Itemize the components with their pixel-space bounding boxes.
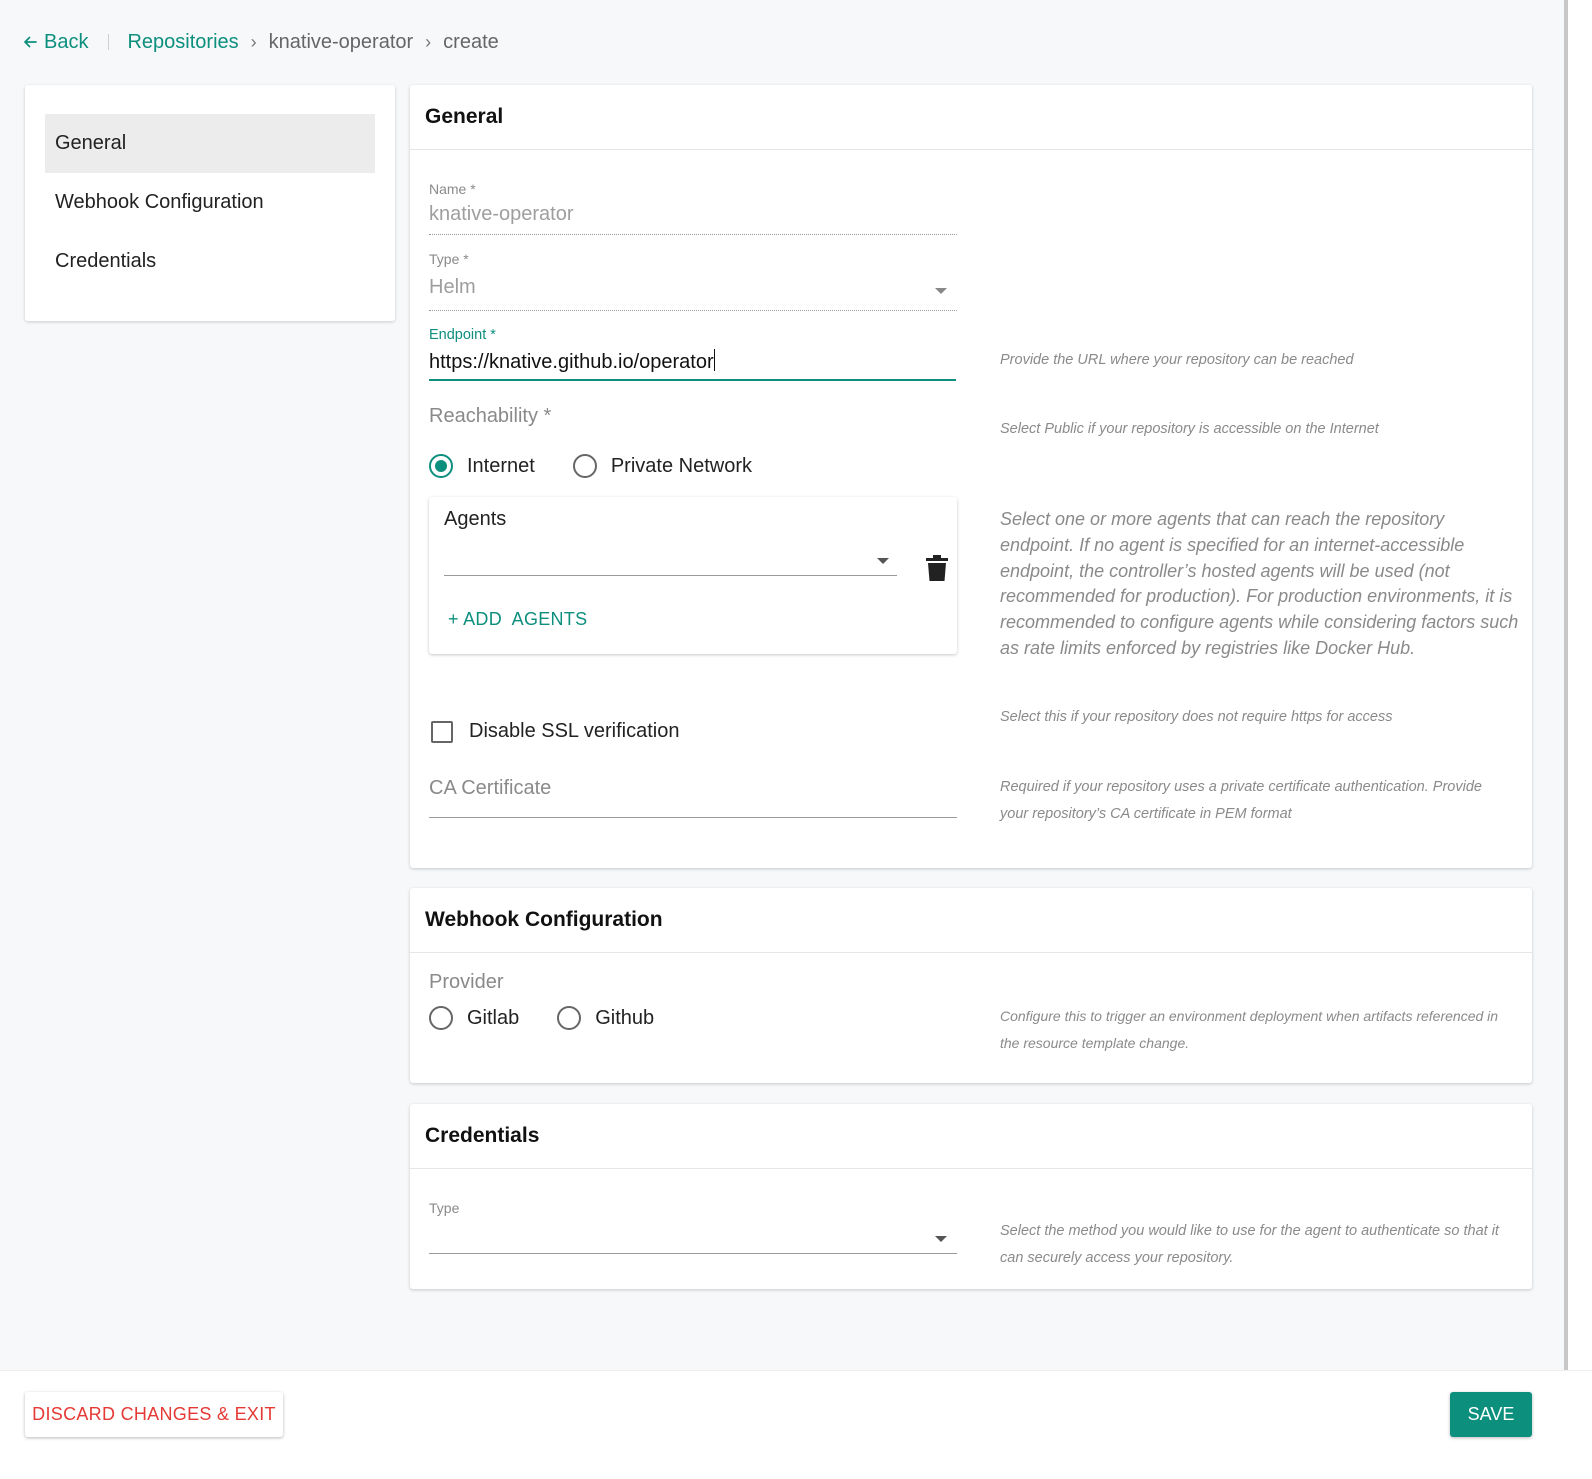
- back-label: Back: [44, 30, 89, 53]
- text-cursor: [713, 349, 715, 371]
- reachability-help: Select Public if your repository is acce…: [1000, 421, 1379, 437]
- sidebar-item-credentials[interactable]: Credentials: [45, 232, 375, 291]
- sidebar-item-general[interactable]: General: [45, 114, 375, 173]
- radio-private-network[interactable]: Private Network: [572, 454, 752, 478]
- radio-github-indicator: [557, 1006, 582, 1030]
- breadcrumb: Back Repositories › knative-operator › c…: [0, 0, 1532, 84]
- agents-help: Select one or more agents that can reach…: [1000, 509, 1519, 658]
- ca-certificate-input[interactable]: CA Certificate: [429, 762, 957, 818]
- chevron-right-icon: ›: [425, 31, 432, 52]
- disable-ssl-checkbox[interactable]: Disable SSL verification: [431, 720, 679, 743]
- general-card: General Name * knative-operator Type * H…: [410, 85, 1532, 868]
- save-button[interactable]: SAVE: [1450, 1392, 1532, 1437]
- general-title: General: [410, 85, 1532, 150]
- credentials-card: Credentials Type Select the method you w…: [410, 1104, 1532, 1289]
- agents-title: Agents: [444, 508, 507, 530]
- radio-internet-indicator: [429, 454, 453, 478]
- chevron-down-icon: [877, 558, 889, 564]
- radio-private-network-indicator: [572, 454, 597, 478]
- type-select: Helm: [429, 276, 957, 311]
- type-value: Helm: [429, 276, 476, 298]
- add-agents-button[interactable]: + ADD AGENTS: [448, 609, 587, 630]
- endpoint-label: Endpoint *: [429, 327, 496, 343]
- radio-github[interactable]: Github: [557, 1006, 654, 1030]
- breadcrumb-current: create: [443, 30, 499, 53]
- ssl-help: Select this if your repository does not …: [1000, 709, 1393, 725]
- radio-gitlab-label: Gitlab: [467, 1006, 520, 1029]
- radio-private-network-label: Private Network: [610, 454, 752, 477]
- provider-label: Provider: [429, 971, 504, 993]
- provider-group: Gitlab Github: [429, 1006, 654, 1030]
- chevron-down-icon: [935, 1236, 947, 1242]
- radio-gitlab-indicator: [429, 1006, 453, 1030]
- credentials-title: Credentials: [410, 1104, 1532, 1169]
- breadcrumb-repository: knative-operator: [268, 30, 414, 53]
- endpoint-value: https://knative.github.io/operator: [429, 351, 714, 373]
- back-button[interactable]: Back: [22, 31, 88, 54]
- credentials-type-help: Select the method you would like to use …: [1000, 1223, 1499, 1266]
- type-label: Type *: [429, 251, 469, 267]
- reachability-group: Internet Private Network: [429, 454, 752, 478]
- radio-internet-label: Internet: [467, 454, 535, 477]
- endpoint-help: Provide the URL where your repository ca…: [1000, 352, 1354, 368]
- radio-internet[interactable]: Internet: [429, 454, 535, 478]
- radio-gitlab[interactable]: Gitlab: [429, 1006, 519, 1030]
- name-label: Name *: [429, 181, 476, 197]
- chevron-down-icon: [935, 288, 947, 294]
- section-nav: General Webhook Configuration Credential…: [25, 85, 395, 321]
- agents-card: Agents + ADD AGENTS: [429, 497, 957, 654]
- name-field: knative-operator: [429, 203, 957, 235]
- ca-certificate-help: Required if your repository uses a priva…: [1000, 779, 1482, 822]
- disable-ssl-checkbox-box: [431, 720, 453, 743]
- webhook-title: Webhook Configuration: [410, 888, 1532, 953]
- ssl-group: Disable SSL verification: [431, 720, 679, 748]
- arrow-left-icon: [24, 36, 37, 48]
- disable-ssl-label: Disable SSL verification: [469, 720, 680, 742]
- chevron-right-icon: ›: [250, 31, 257, 52]
- breadcrumb-repositories[interactable]: Repositories: [127, 31, 238, 54]
- agents-select[interactable]: [444, 542, 897, 576]
- ca-certificate-label: CA Certificate: [429, 777, 552, 799]
- scrollbar-track[interactable]: [1568, 0, 1592, 1370]
- sidebar-item-webhook-configuration[interactable]: Webhook Configuration: [45, 173, 375, 232]
- provider-help: Configure this to trigger an environment…: [1000, 1008, 1499, 1051]
- reachability-label: Reachability *: [429, 405, 552, 427]
- endpoint-input[interactable]: https://knative.github.io/operator: [429, 349, 956, 381]
- credentials-type-label: Type: [429, 1200, 460, 1216]
- breadcrumb-divider: [108, 34, 110, 50]
- trash-icon[interactable]: [926, 555, 948, 586]
- discard-changes-button[interactable]: DISCARD CHANGES & EXIT: [25, 1392, 283, 1437]
- credentials-type-select[interactable]: [429, 1221, 957, 1254]
- radio-github-label: Github: [595, 1006, 655, 1029]
- footer-bar: DISCARD CHANGES & EXIT SAVE: [0, 1370, 1592, 1479]
- webhook-card: Webhook Configuration Provider Gitlab Gi…: [410, 888, 1532, 1083]
